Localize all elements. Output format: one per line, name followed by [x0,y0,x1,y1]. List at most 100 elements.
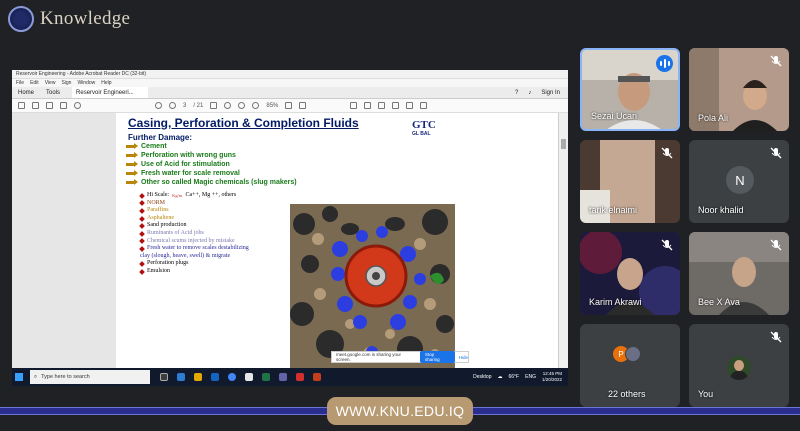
speaking-indicator-icon [656,55,673,72]
participant-tile[interactable]: Karim Akrawi [580,232,680,315]
avatar [727,356,751,380]
help-icon[interactable]: ? [515,87,518,98]
next-page-icon[interactable] [169,102,176,109]
others-tile[interactable]: P 22 others [580,324,680,407]
sign-in-link[interactable]: Sign In [541,87,560,98]
avatar [625,346,641,362]
taskbar-search[interactable]: ⌕ Type here to search [30,370,150,384]
task-view-icon[interactable] [160,373,168,381]
fill-sign-icon[interactable] [392,102,400,109]
teams-icon[interactable] [279,373,287,381]
page-total: / 21 [193,102,204,109]
damage-item: Chemical scums injected by mistake [139,238,249,246]
hand-icon[interactable] [224,102,232,109]
diamond-bullet-icon [139,261,145,267]
university-logo: Knowledge [8,6,130,32]
menu-window[interactable]: Window [77,79,95,87]
screen-share-notice: meet.google.com is sharing your screen. … [331,351,469,363]
settings-icon[interactable] [245,373,253,381]
menu-view[interactable]: View [45,79,56,87]
diamond-bullet-icon [139,192,145,199]
damage-item: Perforation plugs [139,260,249,268]
powerpoint-icon[interactable] [313,373,321,381]
damage-item: Paraffins [139,207,249,215]
clock[interactable]: 12:45 PM 1/20/2022 [542,371,562,383]
participant-name: Noor khalid [698,205,744,215]
hide-button[interactable]: Hide [459,355,468,360]
diamond-bullet-icon [139,215,145,222]
word-icon[interactable] [211,373,219,381]
diamond-bullet-icon [139,246,145,252]
bookmark-star-icon[interactable] [32,102,39,109]
weather-temp[interactable]: 66°F [509,374,520,380]
chrome-icon[interactable] [228,373,236,381]
language-indicator[interactable]: ENG [525,374,536,380]
system-tray: Desktop ☁ 66°F ENG 12:45 PM 1/20/2022 [473,371,568,383]
participant-name: 22 others [608,389,646,399]
bell-icon[interactable]: ♪ [528,87,531,98]
self-tile[interactable]: You [689,324,789,407]
weather-icon[interactable]: ☁ [498,374,503,380]
pen-icon[interactable] [364,102,372,109]
page-number[interactable]: 3 [183,103,186,109]
zoom-in-icon[interactable] [252,102,260,109]
participant-tile[interactable]: Bee X Ava [689,232,789,315]
participant-name: Bee X Ava [698,297,740,307]
acrobat-icon[interactable] [296,373,304,381]
zoom-level[interactable]: 85% [266,103,278,109]
mic-off-icon [661,239,673,251]
arrow-bullet-icon [126,179,138,185]
damage-list: Hi Scale: Kg/m Ca++, Mg ++, others NORM … [139,192,249,276]
upload-icon[interactable] [46,102,53,109]
fit-icon[interactable] [285,102,293,109]
prev-page-icon[interactable] [155,102,162,109]
scroll-mode-icon[interactable] [299,102,307,109]
participant-tile[interactable]: tarik elnaimi [580,140,680,223]
participant-name: tarik elnaimi [589,205,638,215]
file-explorer-icon[interactable] [194,373,202,381]
menu-help[interactable]: Help [101,79,111,87]
participant-name: You [698,389,714,399]
tab-tools[interactable]: Tools [46,87,60,98]
participant-tile[interactable]: N Noor khalid [689,140,789,223]
zoom-out-icon[interactable] [238,102,246,109]
search-icon: ⌕ [34,373,38,380]
damage-item: Hi Scale: Kg/m Ca++, Mg ++, others [139,192,249,200]
delete-icon[interactable] [406,102,414,109]
participant-tile[interactable]: Sezai Ucan [580,48,680,131]
bullet-list: Cement Perforation with wrong guns Use o… [126,142,297,187]
vertical-scrollbar[interactable] [558,113,568,368]
menu-sign[interactable]: Sign [61,79,71,87]
search-icon[interactable] [74,102,81,109]
comment-icon[interactable] [350,102,358,109]
share-icon[interactable] [420,102,428,109]
print-icon[interactable] [60,102,67,109]
save-icon[interactable] [18,102,25,109]
bullet-item: Fresh water for scale removal [126,169,297,178]
highlight-icon[interactable] [378,102,386,109]
start-button[interactable] [12,368,26,386]
menu-file[interactable]: File [16,79,24,87]
tab-document[interactable]: Reservoir Engineeri... [72,87,148,98]
website-url: WWW.KNU.EDU.IQ [327,397,473,425]
arrow-bullet-icon [126,143,138,149]
logo-text: Knowledge [40,8,131,29]
edge-icon[interactable] [177,373,185,381]
desktop-label[interactable]: Desktop [473,374,491,380]
damage-item: Ruminants of Acid jobs [139,230,249,238]
scrollbar-thumb[interactable] [561,139,566,149]
damage-item: Fresh water to remove scales destabilizi… [139,245,249,253]
taskbar-apps [160,373,321,381]
cursor-icon[interactable] [210,102,218,109]
tab-home[interactable]: Home [18,87,34,98]
diamond-bullet-icon [139,238,145,245]
stop-sharing-button[interactable]: Stop sharing [419,351,455,363]
mic-off-icon [770,55,782,67]
excel-icon[interactable] [262,373,270,381]
document-viewer: Casing, Perforation & Completion Fluids … [12,113,568,368]
participant-tile[interactable]: Pola Ali [689,48,789,131]
menu-edit[interactable]: Edit [30,79,39,87]
logo-emblem-icon [8,6,34,32]
slide-title: Casing, Perforation & Completion Fluids [128,116,359,130]
bullet-item: Other so called Magic chemicals (slug ma… [126,178,297,187]
